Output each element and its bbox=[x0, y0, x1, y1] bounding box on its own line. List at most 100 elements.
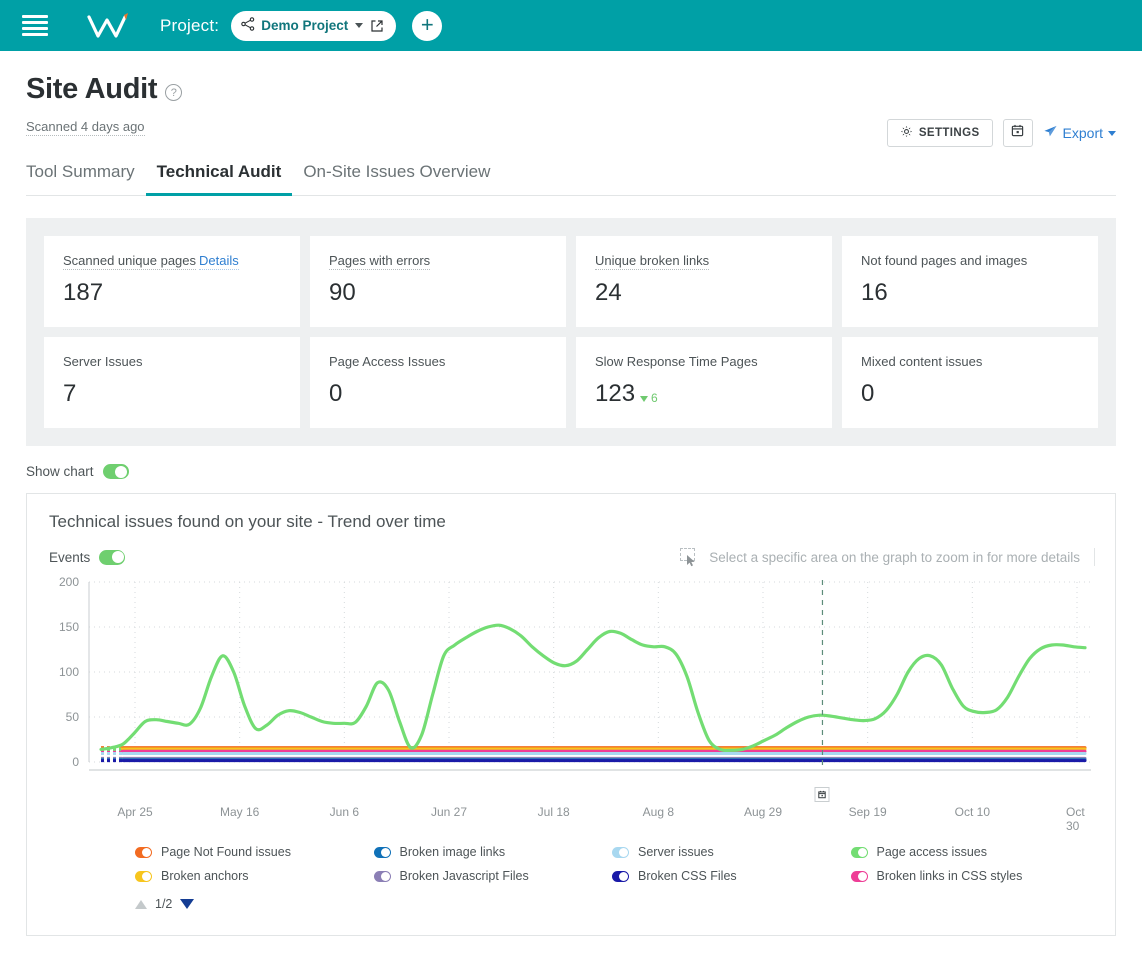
tab-tool-summary[interactable]: Tool Summary bbox=[26, 162, 146, 195]
legend-color-swatch bbox=[612, 846, 629, 858]
legend-color-swatch bbox=[135, 846, 152, 858]
legend-item[interactable]: Page access issues bbox=[850, 845, 1090, 859]
stat-card: Not found pages and images 16 bbox=[842, 236, 1098, 327]
x-axis-label: Oct 10 bbox=[954, 805, 991, 819]
tab-bar: Tool Summary Technical Audit On-Site Iss… bbox=[26, 162, 1116, 196]
legend-color-swatch bbox=[850, 870, 868, 882]
legend-item[interactable]: Server issues bbox=[612, 845, 851, 859]
legend-label: Server issues bbox=[638, 845, 714, 859]
chart-legend: Page Not Found issues Broken image links S… bbox=[43, 845, 1099, 883]
share-nodes-icon bbox=[241, 17, 255, 34]
chevron-down-icon bbox=[355, 23, 364, 28]
export-label: Export bbox=[1062, 125, 1103, 141]
legend-item[interactable]: Broken image links bbox=[373, 845, 613, 859]
page-title: Site Audit bbox=[26, 73, 158, 105]
stat-value: 16 bbox=[861, 279, 888, 306]
page-header: Site Audit ? Scanned 4 days ago SETTINGS bbox=[0, 51, 1142, 147]
date-range-button[interactable] bbox=[1002, 119, 1033, 147]
stat-label: Server Issues bbox=[63, 354, 143, 369]
legend-color-swatch bbox=[850, 846, 868, 858]
settings-label: SETTINGS bbox=[918, 127, 980, 139]
legend-pager: 1/2 bbox=[43, 897, 1099, 911]
chart-subheader: Events Select a specific area on the gra… bbox=[43, 548, 1099, 567]
stat-value: 90 bbox=[329, 279, 356, 306]
scanned-timestamp: Scanned 4 days ago bbox=[26, 119, 145, 136]
project-label: Project: bbox=[160, 15, 220, 35]
legend-item[interactable]: Broken anchors bbox=[135, 869, 374, 883]
app-root: Project: Demo Project + Site Audit ? Sca… bbox=[0, 0, 1142, 961]
details-link[interactable]: Details bbox=[199, 253, 239, 270]
legend-label: Page Not Found issues bbox=[161, 845, 291, 859]
svg-text:100: 100 bbox=[59, 665, 79, 679]
x-axis-label: Sep 19 bbox=[848, 805, 887, 819]
x-axis-label: Jun 27 bbox=[430, 805, 468, 819]
chart-panel: Technical issues found on your site - Tr… bbox=[26, 493, 1116, 936]
show-chart-toggle[interactable] bbox=[102, 464, 129, 479]
project-name: Demo Project bbox=[261, 18, 349, 33]
calendar-icon bbox=[1011, 124, 1024, 142]
stat-card: Server Issues 7 bbox=[44, 337, 300, 428]
gear-icon bbox=[900, 125, 913, 141]
stat-card: Unique broken links 24 bbox=[576, 236, 832, 327]
stat-cards-grid: Scanned unique pages Details 187 Pages wi… bbox=[44, 236, 1098, 428]
events-label: Events bbox=[49, 549, 91, 565]
stat-label: Unique broken links bbox=[595, 253, 710, 270]
legend-item[interactable]: Broken Javascript Files bbox=[373, 869, 613, 883]
show-chart-label: Show chart bbox=[26, 464, 94, 479]
triangle-down-icon bbox=[640, 396, 649, 402]
hamburger-icon[interactable] bbox=[22, 14, 48, 37]
add-project-button[interactable]: + bbox=[412, 10, 443, 41]
chart-plot[interactable]: 0 50 100 150 200 bbox=[43, 576, 1099, 791]
stat-card: Scanned unique pages Details 187 bbox=[44, 236, 300, 327]
question-mark-icon[interactable]: ? bbox=[165, 84, 183, 101]
svg-text:200: 200 bbox=[59, 576, 79, 589]
export-button[interactable]: Export bbox=[1043, 124, 1116, 142]
pager-down-icon[interactable] bbox=[180, 899, 195, 909]
pager-up-icon[interactable] bbox=[135, 899, 147, 909]
w-logo bbox=[86, 11, 132, 41]
stat-label: Pages with errors bbox=[329, 253, 431, 270]
svg-text:0: 0 bbox=[72, 755, 79, 769]
stat-delta: 6 bbox=[640, 391, 658, 405]
legend-label: Broken Javascript Files bbox=[399, 869, 529, 883]
chart-title: Technical issues found on your site - Tr… bbox=[49, 512, 446, 531]
events-row: Events bbox=[49, 549, 126, 565]
stat-value: 187 bbox=[63, 279, 104, 306]
legend-color-swatch bbox=[373, 870, 391, 882]
stat-value: 7 bbox=[63, 380, 77, 407]
legend-item[interactable]: Broken links in CSS styles bbox=[850, 869, 1090, 883]
stat-card: Mixed content issues 0 bbox=[842, 337, 1098, 428]
legend-item[interactable]: Page Not Found issues bbox=[135, 845, 374, 859]
tab-onsite-issues-overview[interactable]: On-Site Issues Overview bbox=[292, 162, 501, 195]
stat-value: 24 bbox=[595, 279, 622, 306]
events-toggle[interactable] bbox=[99, 549, 126, 565]
event-calendar-icon[interactable] bbox=[814, 787, 830, 802]
stat-card: Pages with errors 90 bbox=[310, 236, 566, 327]
x-axis-label: May 16 bbox=[219, 805, 260, 819]
chart-x-axis: Apr 25 May 16 Jun 6 Jun 27 Jul 18 Aug 8 Aug 29… bbox=[43, 787, 1099, 833]
external-link-icon[interactable] bbox=[370, 19, 384, 33]
pager-label: 1/2 bbox=[155, 897, 173, 911]
project-selector[interactable]: Demo Project bbox=[231, 10, 397, 41]
show-chart-row: Show chart bbox=[26, 464, 1116, 479]
zoom-hint: Select a specific area on the graph to z… bbox=[680, 548, 1095, 567]
svg-text:150: 150 bbox=[59, 620, 79, 634]
stat-label: Page Access Issues bbox=[329, 354, 446, 369]
stat-label: Slow Response Time Pages bbox=[595, 354, 758, 369]
legend-item[interactable]: Broken CSS Files bbox=[612, 869, 851, 883]
stat-value: 0 bbox=[861, 380, 875, 407]
x-axis-label: Aug 29 bbox=[743, 805, 783, 819]
x-axis-label: Oct 30 bbox=[1066, 805, 1085, 833]
settings-button[interactable]: SETTINGS bbox=[886, 119, 993, 147]
top-bar: Project: Demo Project + bbox=[0, 0, 1142, 51]
x-axis-label: Apr 25 bbox=[117, 805, 153, 819]
legend-color-swatch bbox=[612, 870, 629, 882]
legend-color-swatch bbox=[135, 870, 152, 882]
tab-technical-audit[interactable]: Technical Audit bbox=[145, 162, 293, 196]
x-axis-label: Jul 18 bbox=[537, 805, 570, 819]
stat-value: 123 bbox=[595, 380, 636, 407]
legend-label: Broken CSS Files bbox=[638, 869, 737, 883]
stat-value: 0 bbox=[329, 380, 343, 407]
stat-label: Scanned unique pages bbox=[63, 253, 197, 270]
legend-label: Broken links in CSS styles bbox=[876, 869, 1023, 883]
